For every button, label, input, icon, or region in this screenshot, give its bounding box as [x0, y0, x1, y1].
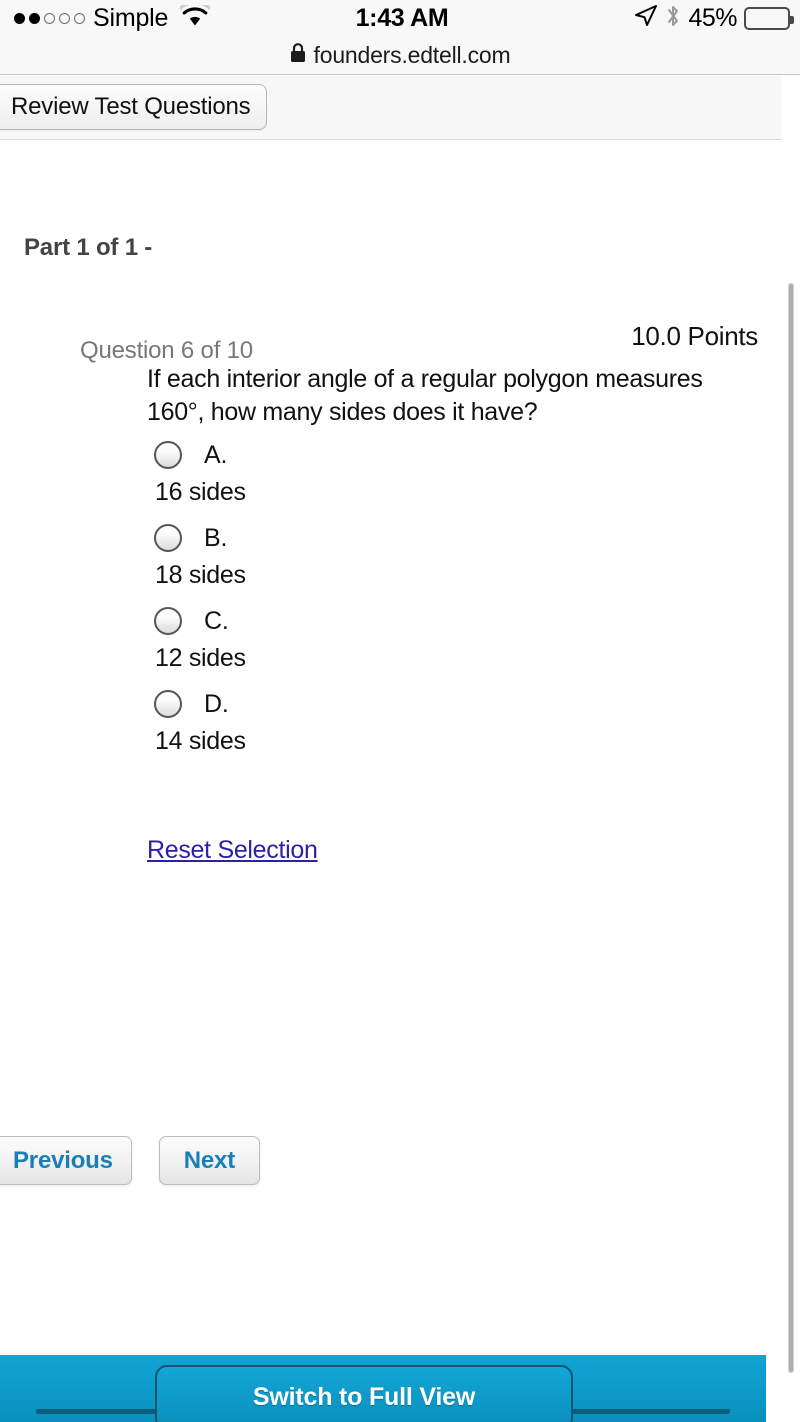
status-bar-center: 1:43 AM [284, 4, 520, 33]
answer-option-d-text: 14 sides [155, 727, 246, 755]
next-button[interactable]: Next [158, 1136, 261, 1185]
radio-button-a[interactable] [154, 441, 182, 469]
answer-option-a-letter: A. [204, 440, 228, 469]
location-arrow-icon [634, 4, 658, 33]
answer-option-b-letter: B. [204, 523, 228, 552]
question-points-label: 10.0 Points [631, 321, 758, 351]
answer-option-c-letter: C. [204, 606, 229, 635]
url-bar[interactable]: founders.edtell.com [0, 37, 800, 75]
answer-options-list: A. 16 sides B. 18 sides C. 12 sides D. 1… [147, 436, 747, 768]
answer-option-b-text: 18 sides [155, 561, 246, 589]
radio-button-c[interactable] [154, 607, 182, 635]
carrier-label: Simple [93, 4, 169, 32]
page-content: Part 1 of 1 - Question 6 of 10 10.0 Poin… [0, 141, 800, 1422]
status-bar: Simple 1:43 AM 45% [0, 0, 800, 37]
lock-icon [290, 43, 306, 68]
battery-icon [744, 7, 794, 30]
answer-option-a-text: 16 sides [155, 478, 246, 506]
signal-dot-3 [44, 13, 55, 24]
url-label: founders.edtell.com [313, 42, 511, 68]
answer-option-c[interactable]: C. 12 sides [147, 602, 747, 673]
scrollbar-thumb[interactable] [788, 283, 794, 1373]
radio-button-b[interactable] [154, 524, 182, 552]
page-nav-bar: Review Test Questions [0, 76, 781, 140]
status-bar-left: Simple [0, 1, 284, 33]
question-text: If each interior angle of a regular poly… [147, 365, 703, 426]
signal-dot-2 [29, 13, 40, 24]
battery-percent-label: 45% [688, 4, 737, 32]
review-test-questions-button[interactable]: Review Test Questions [0, 84, 268, 130]
signal-dot-4 [59, 13, 70, 24]
previous-button[interactable]: Previous [0, 1136, 132, 1185]
vertical-scrollbar[interactable] [788, 283, 794, 1373]
signal-dot-5 [74, 13, 85, 24]
answer-option-c-text: 12 sides [155, 644, 246, 672]
signal-dot-1 [14, 13, 25, 24]
reset-selection-link[interactable]: Reset Selection [147, 836, 318, 865]
answer-option-b[interactable]: B. 18 sides [147, 519, 747, 590]
switch-to-full-view-button[interactable]: Switch to Full View [155, 1365, 573, 1422]
status-bar-right: 45% [520, 4, 800, 33]
question-number-label: Question 6 of 10 [80, 337, 253, 364]
answer-option-d[interactable]: D. 14 sides [147, 685, 747, 756]
answer-option-a-head[interactable]: A. [147, 436, 747, 474]
signal-strength-icon [14, 13, 85, 24]
bottom-toolbar: Switch to Full View [0, 1355, 766, 1422]
answer-option-d-letter: D. [204, 689, 229, 718]
question-header: Question 6 of 10 10.0 Points [0, 321, 780, 369]
answer-option-b-head[interactable]: B. [147, 519, 747, 557]
switch-to-full-view-label: Switch to Full View [252, 1383, 476, 1411]
answer-option-c-head[interactable]: C. [147, 602, 747, 640]
part-heading: Part 1 of 1 - [24, 234, 153, 261]
answer-option-d-head[interactable]: D. [147, 685, 747, 723]
radio-button-d[interactable] [154, 690, 182, 718]
bluetooth-icon [665, 4, 681, 33]
question-navigation: Previous Next [0, 1136, 261, 1185]
clock-label: 1:43 AM [355, 4, 449, 32]
wifi-icon [179, 1, 212, 32]
question-block: Question 6 of 10 10.0 Points If each int… [0, 321, 780, 1185]
answer-option-a[interactable]: A. 16 sides [147, 436, 747, 507]
